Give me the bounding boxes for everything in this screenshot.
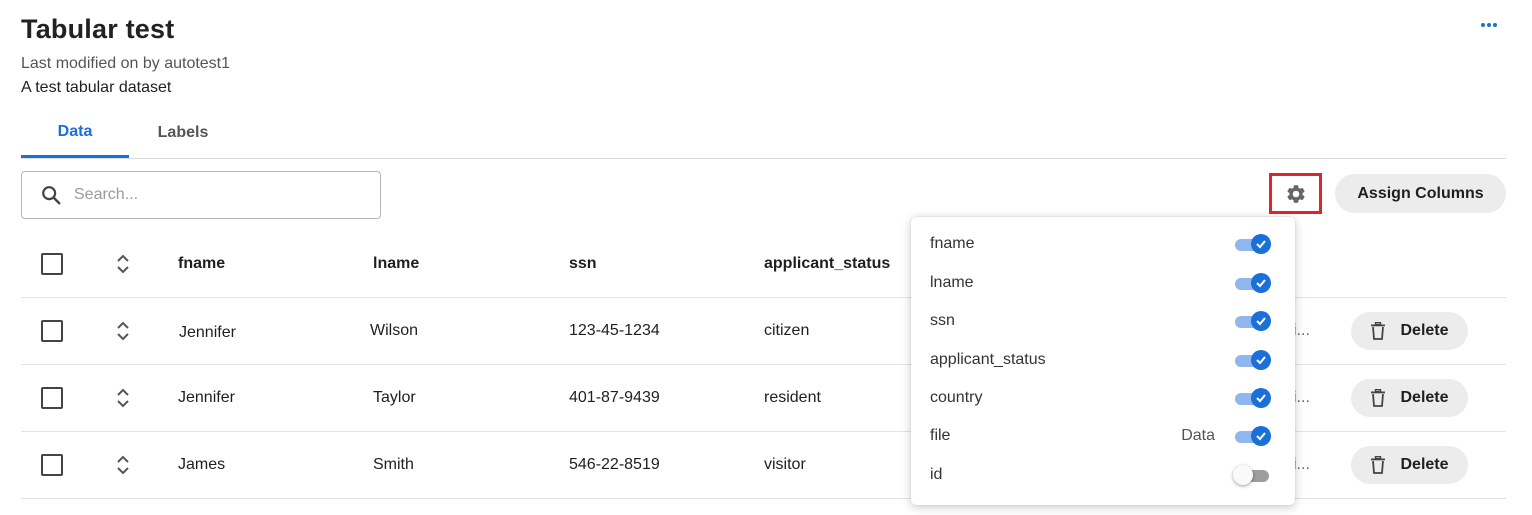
check-icon: [1256, 394, 1266, 403]
delete-button[interactable]: Delete: [1351, 312, 1468, 350]
row-checkbox[interactable]: [41, 454, 63, 476]
cell-ssn: 123-45-1234: [569, 322, 660, 339]
trash-icon: [1371, 322, 1386, 340]
column-header-fname[interactable]: fname: [178, 231, 225, 297]
cell-applicant-status: citizen: [764, 322, 810, 339]
menu-item-label: ssn: [930, 312, 955, 329]
select-all-checkbox[interactable]: [41, 253, 63, 275]
page-title: Tabular test: [21, 14, 175, 44]
menu-item-id[interactable]: id: [911, 456, 1295, 494]
assign-columns-button[interactable]: Assign Columns: [1335, 174, 1506, 213]
menu-item-label: file: [930, 427, 951, 444]
menu-item-label: country: [930, 389, 983, 406]
column-toggle[interactable]: [1235, 425, 1271, 447]
column-type-tag: Data: [1181, 427, 1215, 444]
cell-truncated: i...: [1293, 389, 1310, 406]
menu-item-applicant-status[interactable]: applicant_status: [911, 341, 1295, 379]
cell-fname: Jennifer: [178, 389, 235, 406]
gear-icon: [1286, 184, 1305, 203]
expand-row-icon[interactable]: [116, 386, 130, 410]
column-visibility-menu: fname lname ssn applicant_status country…: [911, 217, 1295, 505]
column-header-applicant-status[interactable]: applicant_status: [764, 231, 890, 297]
search-input[interactable]: [74, 186, 354, 204]
check-icon: [1256, 356, 1266, 365]
column-settings-button[interactable]: [1269, 173, 1322, 214]
menu-item-country[interactable]: country: [911, 379, 1295, 417]
cell-lname: Smith: [373, 456, 414, 473]
cell-fname: James: [178, 456, 226, 473]
cell-applicant-status: resident: [764, 389, 821, 406]
menu-item-lname[interactable]: lname: [911, 264, 1295, 302]
menu-item-label: applicant_status: [930, 351, 1046, 368]
column-header-ssn[interactable]: ssn: [569, 231, 597, 297]
check-icon: [1256, 317, 1266, 326]
more-options-button[interactable]: [1478, 14, 1500, 36]
column-header-lname[interactable]: lname: [373, 231, 419, 297]
delete-label: Delete: [1400, 456, 1449, 473]
column-toggle[interactable]: [1235, 387, 1271, 409]
menu-item-ssn[interactable]: ssn: [911, 302, 1295, 340]
expand-row-icon[interactable]: [116, 453, 130, 477]
cell-applicant-status: visitor: [764, 456, 806, 473]
dataset-description: A test tabular dataset: [21, 79, 172, 96]
delete-label: Delete: [1400, 389, 1449, 406]
delete-button[interactable]: Delete: [1351, 379, 1468, 417]
column-toggle[interactable]: [1235, 272, 1271, 294]
cell-truncated: i...: [1293, 456, 1310, 473]
search-icon: [42, 186, 61, 205]
check-icon: [1256, 432, 1266, 441]
cell-lname: Wilson: [370, 322, 419, 339]
menu-item-fname[interactable]: fname: [911, 225, 1295, 263]
delete-button[interactable]: Delete: [1351, 446, 1468, 484]
more-horizontal-icon: [1481, 23, 1485, 27]
expand-row-icon[interactable]: [116, 319, 130, 343]
row-checkbox[interactable]: [41, 387, 63, 409]
menu-item-label: id: [930, 466, 943, 483]
column-toggle[interactable]: [1233, 464, 1271, 486]
trash-icon: [1371, 456, 1386, 474]
cell-fname: Jennifer: [179, 324, 236, 341]
column-toggle[interactable]: [1235, 310, 1271, 332]
menu-item-label: lname: [930, 274, 974, 291]
delete-label: Delete: [1400, 322, 1449, 339]
search-box[interactable]: [21, 171, 381, 219]
column-toggle[interactable]: [1235, 233, 1271, 255]
check-icon: [1256, 240, 1266, 249]
last-modified-text: Last modified on by autotest1: [21, 55, 231, 72]
cell-ssn: 546-22-8519: [569, 456, 660, 473]
check-icon: [1256, 279, 1266, 288]
cell-ssn: 401-87-9439: [569, 389, 660, 406]
column-toggle[interactable]: [1235, 349, 1271, 371]
menu-item-label: fname: [930, 235, 975, 252]
trash-icon: [1371, 389, 1386, 407]
cell-truncated: i...: [1293, 322, 1310, 339]
tab-labels[interactable]: Labels: [129, 108, 237, 158]
sort-icon[interactable]: [116, 252, 130, 276]
cell-lname: Taylor: [373, 389, 416, 406]
tab-bar: Data Labels: [21, 108, 1506, 159]
menu-item-file[interactable]: file Data: [911, 417, 1295, 455]
row-checkbox[interactable]: [41, 320, 63, 342]
tab-data[interactable]: Data: [21, 108, 129, 158]
